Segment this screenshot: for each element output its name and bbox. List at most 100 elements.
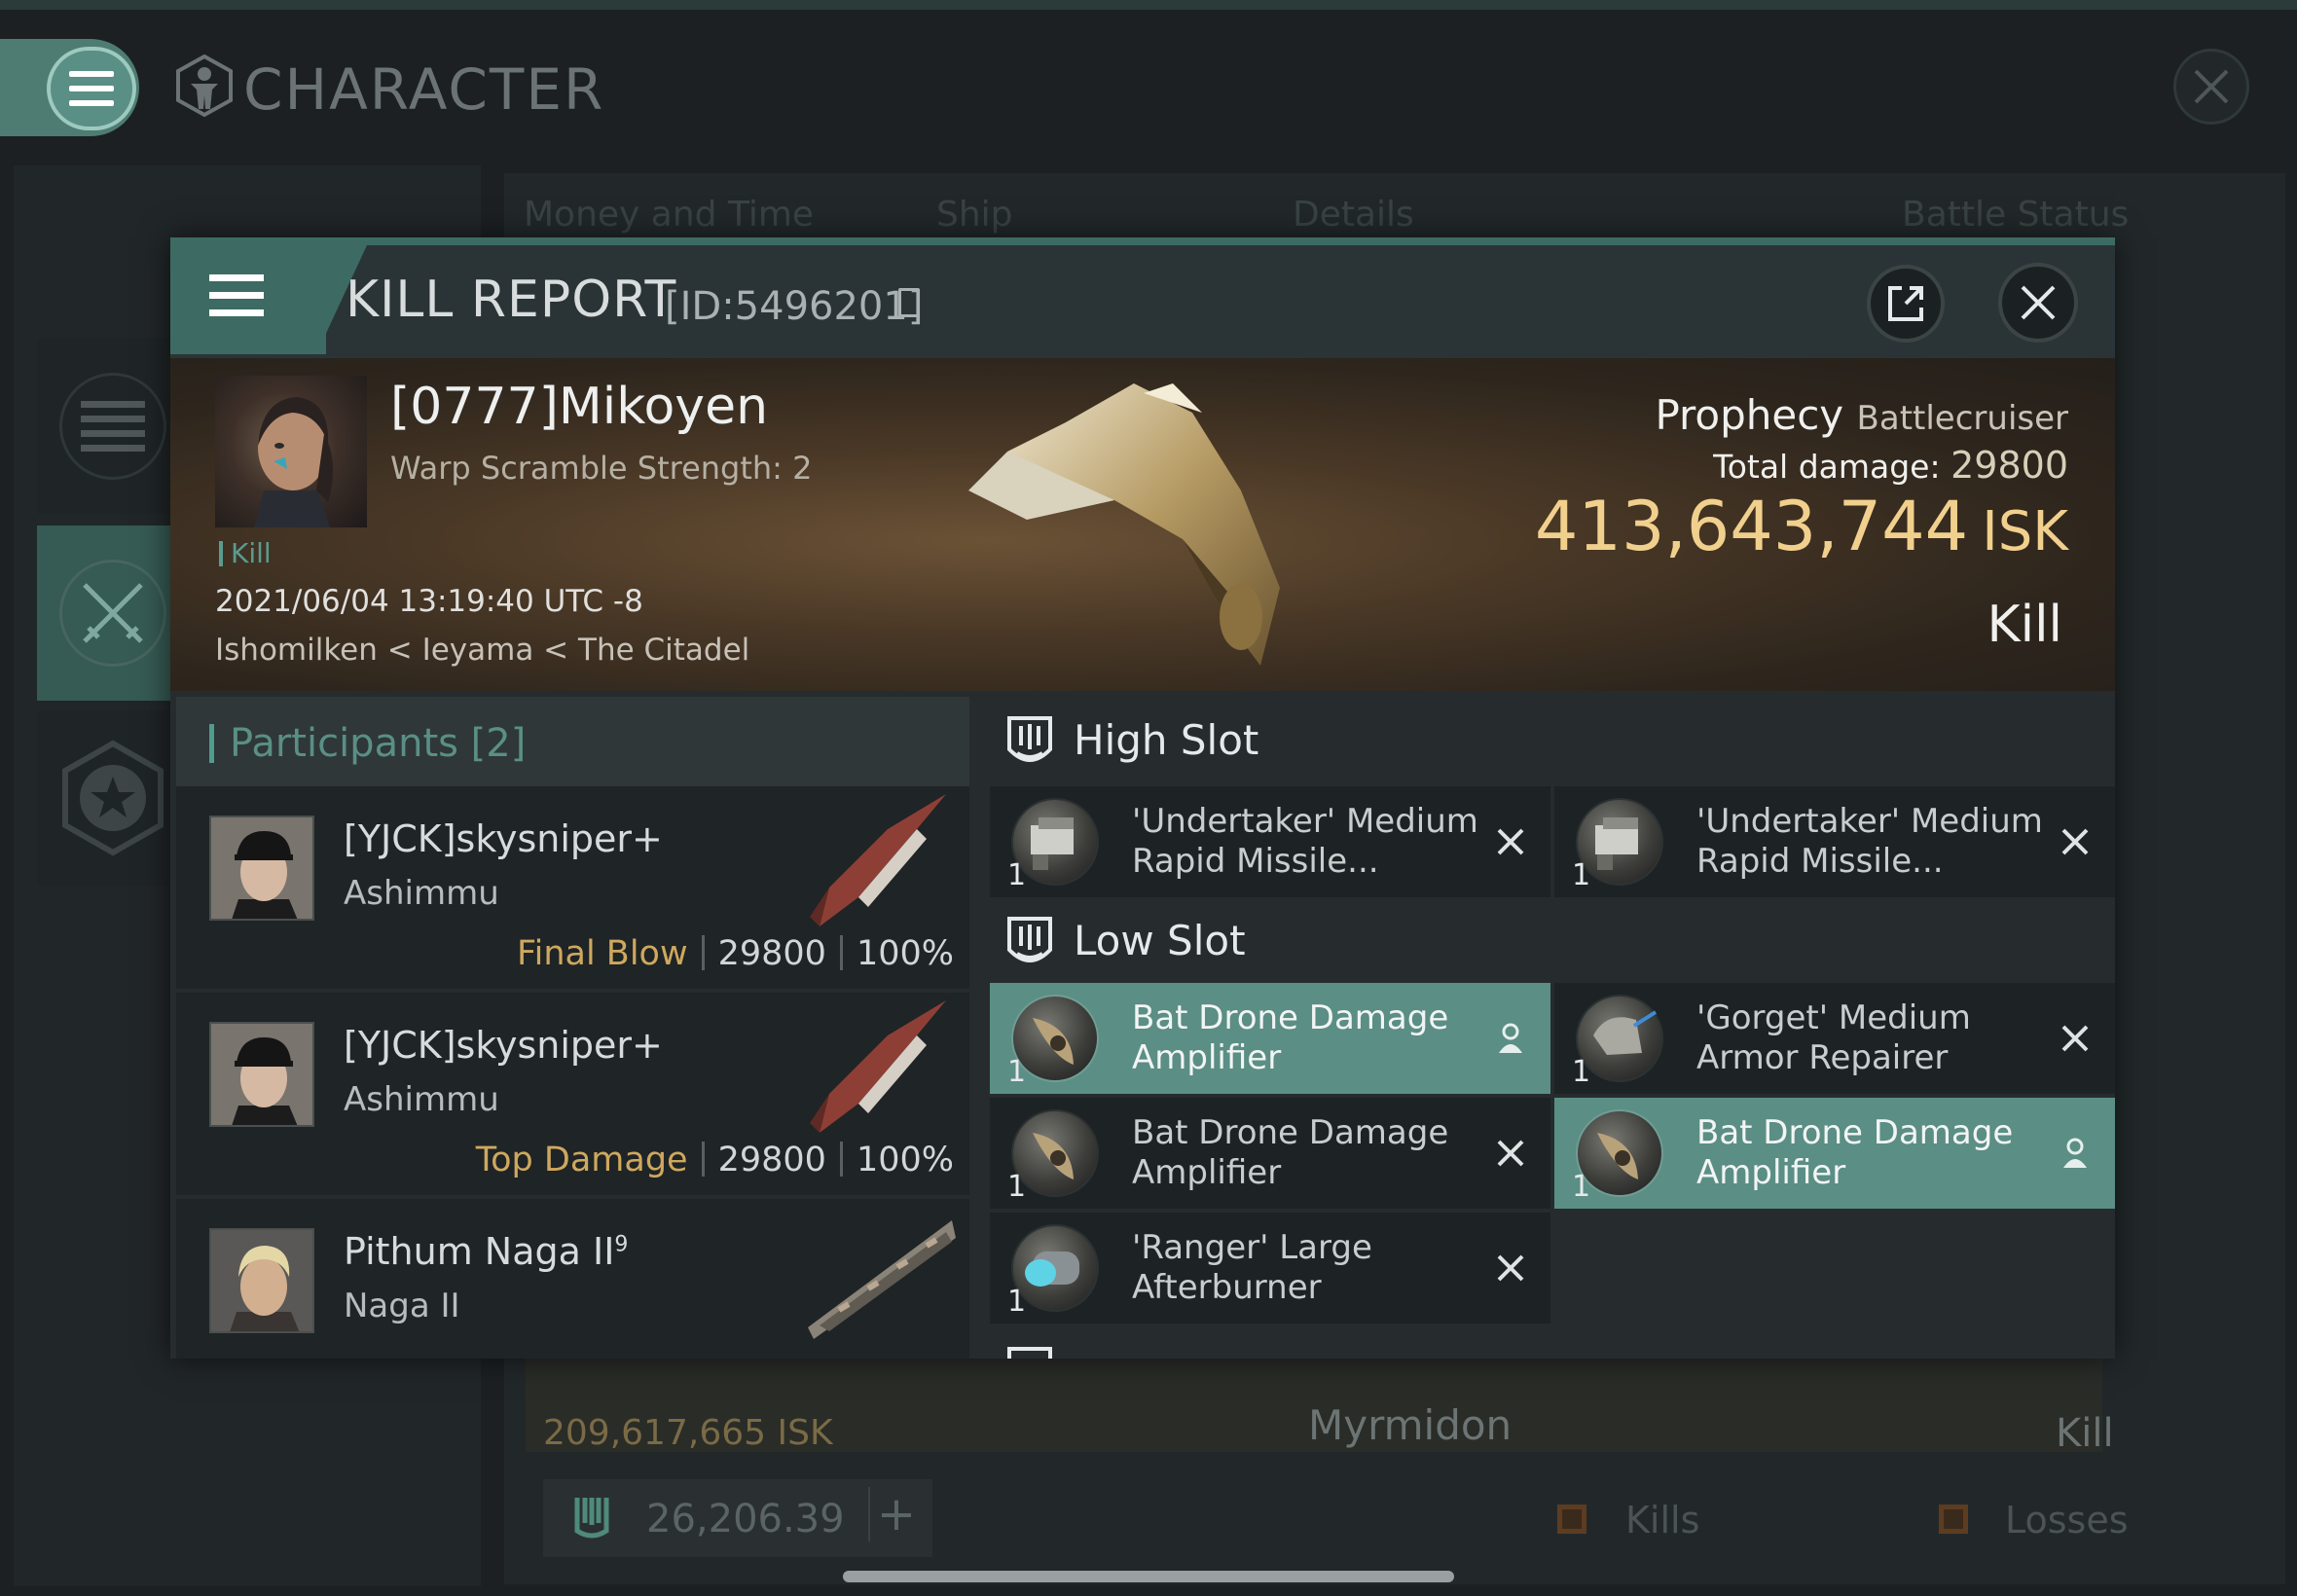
sidebar-tab-list[interactable]	[37, 339, 189, 514]
fitted-module[interactable]: 1 'Undertaker' Medium Rapid Missile...	[1554, 786, 2115, 897]
ship-class: Battlecruiser	[1856, 399, 2068, 438]
participant-stats: Top Damage 29800 100%	[476, 1141, 954, 1179]
victim-ship-image	[968, 383, 1280, 666]
module-name: 'Undertaker' Medium Rapid Missile...	[1132, 802, 1478, 881]
dialog-title: KILL REPORT	[346, 271, 677, 329]
participant-ship-image	[808, 1220, 956, 1339]
window-close-button[interactable]	[2173, 49, 2249, 125]
kill-location[interactable]: Ishomilken < Ieyama < The Citadel	[215, 633, 749, 668]
participant-row[interactable]: [YJCK]skysniper+ Ashimmu Top Damage 29800…	[176, 993, 969, 1195]
high-slot-header: High Slot	[986, 697, 2115, 786]
participants-title: Participants [2]	[209, 724, 526, 763]
sidebar-tab-combat[interactable]	[37, 526, 189, 701]
module-name: 'Ranger' Large Afterburner	[1132, 1228, 1372, 1307]
close-icon	[2021, 285, 2056, 320]
low-slot-header: Low Slot	[986, 897, 2115, 987]
dialog-close-button[interactable]	[1998, 263, 2078, 343]
module-name: 'Undertaker' Medium Rapid Missile...	[1696, 802, 2043, 881]
participant-portrait	[209, 816, 314, 921]
destroyed-icon	[1492, 823, 1529, 860]
destroyed-icon	[1492, 1135, 1529, 1172]
module-quantity: 1	[1007, 1170, 1027, 1204]
module-quantity: 1	[1007, 1285, 1027, 1319]
participant-stats: Final Blow 29800 100%	[517, 934, 954, 973]
module-name: Bat Drone Damage Amplifier	[1132, 998, 1449, 1077]
participant-percent: 100%	[856, 1141, 954, 1179]
participant-damage: 29800	[717, 1141, 826, 1179]
dropped-person-icon	[1492, 1020, 1529, 1057]
participant-percent: 100%	[856, 934, 954, 973]
window-title: CHARACTER	[243, 56, 605, 123]
final-blow-tag: Final Blow	[517, 934, 688, 973]
fitted-module[interactable]: 1 'Undertaker' Medium Rapid Missile...	[990, 786, 1550, 897]
participant-row[interactable]: [YJCK]skysniper+ Ashimmu Final Blow 29800…	[176, 786, 969, 989]
participant-damage: 29800	[717, 934, 826, 973]
home-indicator	[843, 1571, 1454, 1582]
victim-portrait[interactable]	[215, 376, 367, 527]
module-quantity: 1	[1572, 1055, 1591, 1089]
character-icon	[176, 54, 233, 117]
participant-portrait	[209, 1022, 314, 1127]
skill-points-value: 26,206.39	[646, 1497, 845, 1542]
isk-amount: 413,643,744	[1534, 487, 1969, 566]
ship-name[interactable]: Prophecy Battlecruiser	[1655, 391, 2068, 439]
star-medal-icon	[62, 740, 164, 856]
row-isk-value: 209,617,665 ISK	[543, 1413, 833, 1453]
top-damage-tag: Top Damage	[475, 1141, 688, 1179]
fitted-module[interactable]: 1 Bat Drone Damage Amplifier	[990, 983, 1550, 1094]
kill-datetime: 2021/06/04 13:19:40 UTC -8	[215, 584, 643, 619]
participant-ship: Ashimmu	[344, 874, 499, 913]
column-battle-status[interactable]: Battle Status	[1902, 195, 2129, 235]
mid-slot-header-peek	[986, 1339, 2115, 1359]
column-money-time[interactable]: Money and Time	[524, 195, 814, 235]
kill-report-dialog: KILL REPORT [ID:5496201] [0777]Mikoyen W…	[170, 237, 2115, 1359]
total-damage: Total damage: 29800	[1713, 444, 2068, 487]
destroyed-icon	[2057, 1020, 2094, 1057]
participant-name-text: Pithum Naga II	[344, 1230, 615, 1273]
total-damage-value: 29800	[1951, 444, 2068, 487]
fitted-module[interactable]: 1 Bat Drone Damage Amplifier	[990, 1098, 1550, 1209]
skill-points-icon	[569, 1494, 614, 1549]
participant-name: Pithum Naga II9	[344, 1230, 628, 1273]
column-ship[interactable]: Ship	[936, 195, 1013, 235]
main-menu-button[interactable]	[47, 47, 136, 130]
fitted-module[interactable]: 1 'Ranger' Large Afterburner	[990, 1213, 1550, 1324]
module-quantity: 1	[1572, 1170, 1591, 1204]
fitted-module[interactable]: 1 'Gorget' Medium Armor Repairer	[1554, 983, 2115, 1094]
losses-legend-swatch	[1939, 1505, 1968, 1534]
participant-ship: Naga II	[344, 1287, 460, 1325]
isk-unit: ISK	[1982, 500, 2068, 563]
participant-ship: Ashimmu	[344, 1080, 499, 1119]
column-details[interactable]: Details	[1293, 195, 1414, 235]
victim-name[interactable]: [0777]Mikoyen	[390, 378, 768, 436]
participant-portrait	[209, 1228, 314, 1333]
mid-slot-icon	[1007, 1347, 1052, 1359]
participant-ship-image	[810, 794, 946, 926]
external-link-icon	[1888, 286, 1923, 321]
high-slot-icon	[1007, 716, 1052, 762]
module-quantity: 1	[1007, 858, 1027, 892]
warp-scramble-strength: Warp Scramble Strength: 2	[390, 450, 813, 487]
low-slot-title: Low Slot	[1074, 917, 1246, 964]
kills-legend-label[interactable]: Kills	[1625, 1499, 1699, 1542]
module-quantity: 1	[1572, 858, 1591, 892]
kill-report-id: [ID:5496201]	[665, 284, 924, 329]
participant-ship-image	[810, 1000, 946, 1133]
add-skill-points-button[interactable]: +	[868, 1487, 923, 1542]
losses-legend-label[interactable]: Losses	[2005, 1499, 2129, 1542]
close-icon	[2194, 69, 2229, 104]
isk-value: 413,643,744 ISK	[1535, 487, 2068, 566]
sidebar-tab-medals[interactable]	[37, 710, 189, 886]
kill-result: Kill	[1987, 596, 2062, 654]
share-button[interactable]	[1867, 265, 1945, 343]
participant-row[interactable]: Pithum Naga II9 Naga II	[176, 1199, 969, 1359]
copy-id-icon[interactable]	[898, 288, 920, 317]
fitted-module[interactable]: 1 Bat Drone Damage Amplifier	[1554, 1098, 2115, 1209]
destroyed-icon	[2057, 823, 2094, 860]
kill-list-columns: Money and Time Ship Details Battle Statu…	[524, 195, 2276, 243]
module-name: 'Gorget' Medium Armor Repairer	[1696, 998, 1971, 1077]
total-damage-label: Total damage:	[1713, 448, 1941, 486]
module-quantity: 1	[1007, 1055, 1027, 1089]
participant-name-superscript: 9	[614, 1232, 629, 1257]
dropped-person-icon	[2057, 1135, 2094, 1172]
